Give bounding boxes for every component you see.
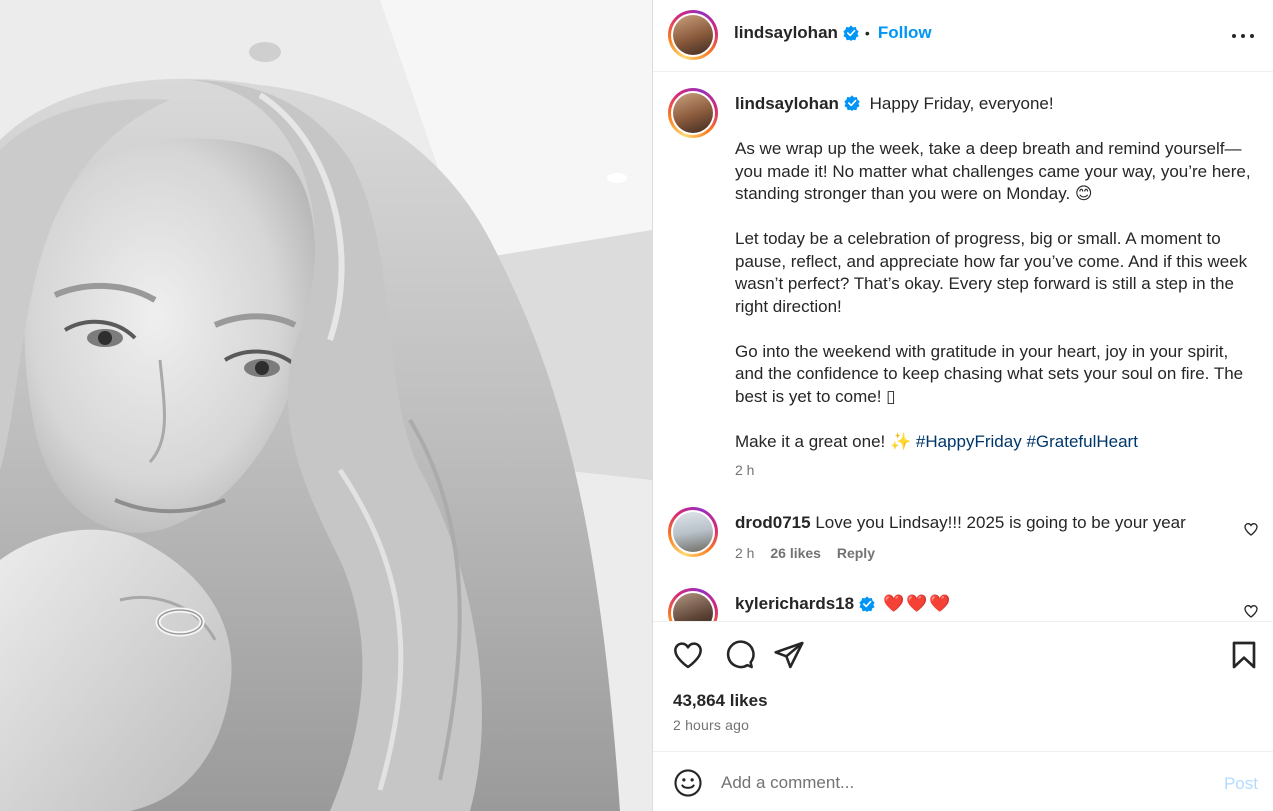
comment-likes[interactable]: 26 likes [770,545,821,561]
header-user-row: lindsaylohan • Follow [734,23,932,43]
comment-meta: 2 h 26 likes Reply [735,542,1215,564]
send-icon[interactable] [773,639,805,671]
verified-badge-icon [843,25,859,41]
likes-count[interactable]: 43,864 likes [673,691,768,711]
hashtag-link[interactable]: #HappyFriday [916,432,1022,451]
comment-icon[interactable] [723,639,755,671]
post-photo-illustration [0,0,652,811]
post-side-panel: lindsaylohan • Follow lindsaylohan Happy… [652,0,1273,811]
post-comment-button[interactable]: Post [1224,774,1258,794]
caption-paragraph: Let today be a celebration of progress, … [735,229,1248,316]
verified-badge-icon [844,95,860,111]
follow-button[interactable]: Follow [878,23,932,43]
caption-paragraph: Go into the weekend with gratitude in yo… [735,341,1244,406]
more-horizontal-icon[interactable] [1232,26,1254,46]
comment-username[interactable]: drod0715 [735,513,811,532]
comment-item: drod0715 Love you Lindsay!!! 2025 is goi… [735,512,1215,564]
comment-item: kylerichards18 ❤️❤️❤️ [735,593,1215,615]
caption-last-text: Make it a great one! ✨ [735,431,916,451]
caption-last-line: Make it a great one! ✨ #HappyFriday #Gra… [735,431,1255,454]
caption: lindsaylohan Happy Friday, everyone! As … [735,93,1255,482]
post-photo[interactable] [0,0,652,811]
caption-first-line: lindsaylohan Happy Friday, everyone! [735,93,1255,116]
heart-outline-icon[interactable] [672,639,704,671]
verified-badge-icon [859,596,875,612]
post-actions: 43,864 likes 2 hours ago [653,621,1273,751]
comment-text: ❤️❤️❤️ [883,594,953,613]
caption-paragraph: As we wrap up the week, take a deep brea… [735,139,1251,203]
posted-time: 2 hours ago [673,717,750,733]
reply-button[interactable]: Reply [837,545,875,561]
author-avatar[interactable] [668,10,718,60]
post-header: lindsaylohan • Follow [653,0,1273,72]
comment-username[interactable]: kylerichards18 [735,593,854,615]
comments-scroll-area[interactable]: lindsaylohan Happy Friday, everyone! As … [653,73,1273,621]
comment-like-heart-icon[interactable] [1243,603,1259,619]
hashtag-link[interactable]: #GratefulHeart [1026,432,1138,451]
comment-text: Love you Lindsay!!! 2025 is going to be … [815,513,1186,532]
header-separator: • [864,25,870,41]
commenter-avatar[interactable] [668,588,718,621]
comment-bar: Post [653,751,1273,811]
comment-input[interactable] [721,770,1181,796]
caption-author-avatar[interactable] [668,88,718,138]
caption-paragraph: Happy Friday, everyone! [869,94,1054,113]
commenter-avatar[interactable] [668,507,718,557]
smiley-icon[interactable] [673,768,703,798]
caption-username[interactable]: lindsaylohan [735,94,839,113]
bookmark-icon[interactable] [1228,639,1260,671]
caption-time: 2 h [735,462,755,478]
comment-like-heart-icon[interactable] [1243,521,1259,537]
comment-time: 2 h [735,545,755,561]
header-username[interactable]: lindsaylohan [734,23,838,43]
